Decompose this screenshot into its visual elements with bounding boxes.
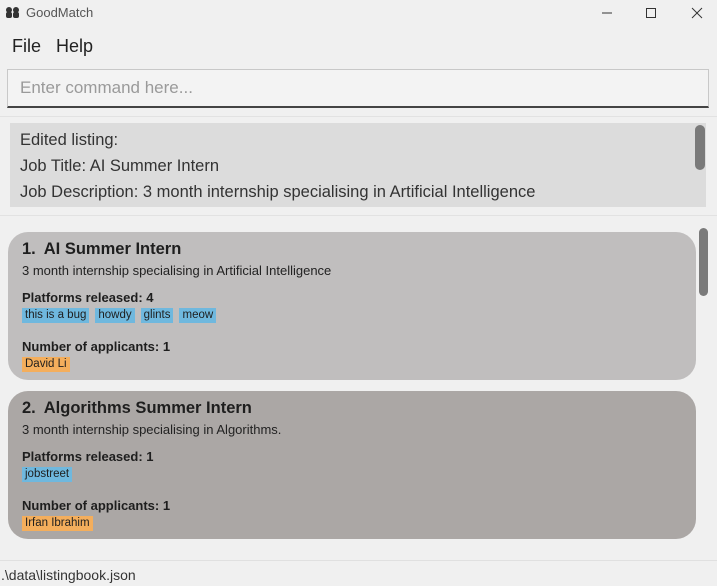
result-line: Job Title: AI Summer Intern — [20, 157, 219, 175]
command-input[interactable] — [8, 70, 708, 106]
platform-tag: howdy — [95, 308, 135, 323]
applicant-tags: David Li — [22, 357, 70, 372]
listing-title-text: Algorithms Summer Intern — [43, 399, 252, 417]
listing-index: 1. — [22, 240, 36, 258]
platform-tag: meow — [179, 308, 217, 323]
listing-description: 3 month internship specialising in Algor… — [22, 422, 282, 437]
listing-title-text: AI Summer Intern — [43, 240, 182, 258]
listing-title: 1. AI Summer Intern — [22, 240, 181, 259]
status-bar: .\data\listingbook.json — [0, 560, 717, 586]
listing-scrollbar-thumb[interactable] — [699, 228, 708, 296]
minimize-button[interactable] — [587, 2, 627, 24]
save-location: .\data\listingbook.json — [1, 567, 136, 583]
maximize-icon — [646, 8, 656, 18]
applicant-tag: David Li — [22, 357, 70, 372]
platform-tag: jobstreet — [22, 467, 73, 482]
minimize-icon — [602, 12, 612, 14]
applicants-label: Number of applicants: 1 — [22, 339, 171, 354]
platform-tags: this is a bug howdy glints meow — [22, 308, 217, 323]
app-logo-icon — [6, 7, 19, 18]
close-button[interactable] — [677, 2, 717, 24]
window-title: GoodMatch — [26, 5, 94, 20]
command-box — [7, 69, 709, 108]
applicant-tags: Irfan Ibrahim — [22, 516, 93, 531]
maximize-button[interactable] — [631, 2, 671, 24]
divider — [0, 215, 717, 216]
platform-tag: this is a bug — [22, 308, 90, 323]
result-line: Job Description: 3 month internship spec… — [20, 183, 536, 201]
listing-card[interactable]: 1. AI Summer Intern 3 month internship sp… — [8, 232, 696, 380]
listing-description: 3 month internship specialising in Artif… — [22, 263, 332, 278]
listing-title: 2. Algorithms Summer Intern — [22, 399, 252, 418]
platform-tags: jobstreet — [22, 467, 73, 482]
result-scrollbar-thumb[interactable] — [695, 125, 705, 170]
platform-tag: glints — [140, 308, 174, 323]
divider — [0, 116, 717, 117]
result-display: Edited listing: Job Title: AI Summer Int… — [10, 123, 692, 207]
platforms-label: Platforms released: 1 — [22, 449, 154, 464]
menu-bar: File Help — [0, 30, 717, 62]
listing-card[interactable]: 2. Algorithms Summer Intern 3 month inter… — [8, 391, 696, 539]
listing-index: 2. — [22, 399, 36, 417]
close-icon — [691, 7, 703, 19]
applicants-label: Number of applicants: 1 — [22, 498, 171, 513]
applicant-tag: Irfan Ibrahim — [22, 516, 93, 531]
platforms-label: Platforms released: 4 — [22, 290, 154, 305]
result-line: Edited listing: — [20, 131, 119, 149]
menu-file[interactable]: File — [12, 36, 41, 57]
title-bar: GoodMatch — [0, 0, 717, 26]
menu-help[interactable]: Help — [56, 36, 93, 57]
